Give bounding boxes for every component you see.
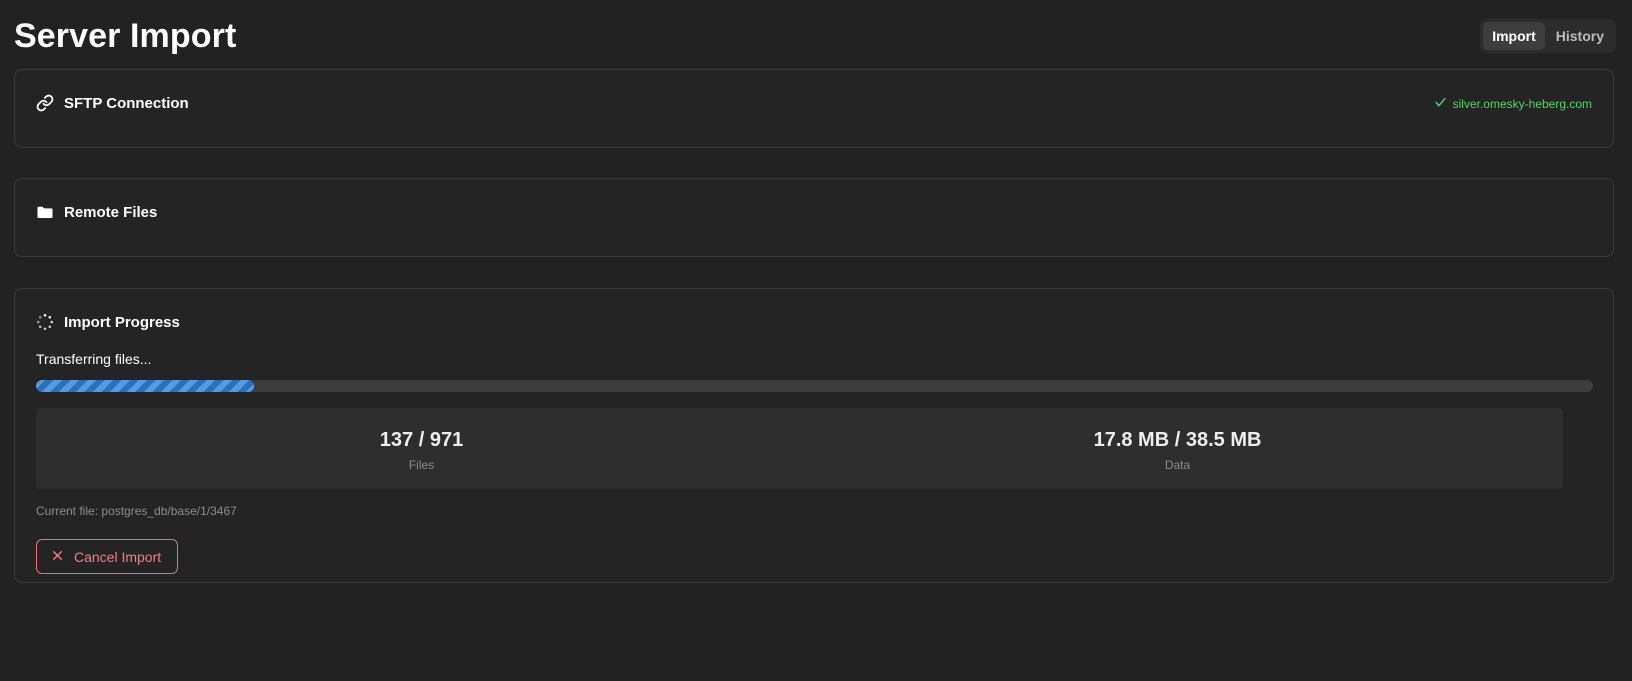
sftp-connection-header: SFTP Connection xyxy=(36,94,189,112)
sftp-connection-card[interactable]: SFTP Connection silver.omesky-heberg.com xyxy=(14,69,1614,148)
remote-files-header: Remote Files xyxy=(36,203,157,221)
tab-history[interactable]: History xyxy=(1547,22,1613,50)
progress-bar-fill xyxy=(36,380,254,392)
cancel-import-label: Cancel Import xyxy=(74,548,162,565)
current-file-text: Current file: postgres_db/base/1/3467 xyxy=(36,504,237,518)
check-icon xyxy=(1434,96,1447,112)
data-stat-label: Data xyxy=(1164,458,1191,472)
files-stat-label: Files xyxy=(408,458,435,472)
import-progress-card: Import Progress Transferring files... 13… xyxy=(14,288,1614,583)
data-stat: 17.8 MB / 38.5 MB Data xyxy=(792,408,1563,489)
remote-files-card[interactable]: Remote Files xyxy=(14,178,1614,257)
sftp-connection-title: SFTP Connection xyxy=(64,94,189,112)
files-stat: 137 / 971 Files xyxy=(36,408,807,489)
connection-host: silver.omesky-heberg.com xyxy=(1452,97,1592,111)
cancel-import-button[interactable]: Cancel Import xyxy=(36,539,179,574)
tab-import[interactable]: Import xyxy=(1483,22,1545,50)
header: Server Import Import History xyxy=(14,14,1618,64)
close-icon xyxy=(51,549,64,565)
page-title: Server Import xyxy=(14,17,237,55)
data-stat-value: 17.8 MB / 38.5 MB xyxy=(1093,429,1262,451)
connection-status: silver.omesky-heberg.com xyxy=(1434,96,1592,112)
import-progress-title: Import Progress xyxy=(64,313,180,331)
server-import-page: Server Import Import History SFTP Connec… xyxy=(0,0,1632,681)
progress-status-text: Transferring files... xyxy=(36,351,152,367)
spinner-icon xyxy=(36,313,54,331)
import-progress-header: Import Progress xyxy=(36,313,180,331)
link-icon xyxy=(36,94,54,112)
view-tabs: Import History xyxy=(1480,19,1616,53)
folder-icon xyxy=(36,203,54,221)
files-stat-value: 137 / 971 xyxy=(379,429,464,451)
remote-files-title: Remote Files xyxy=(64,203,158,221)
progress-bar xyxy=(36,380,1593,392)
